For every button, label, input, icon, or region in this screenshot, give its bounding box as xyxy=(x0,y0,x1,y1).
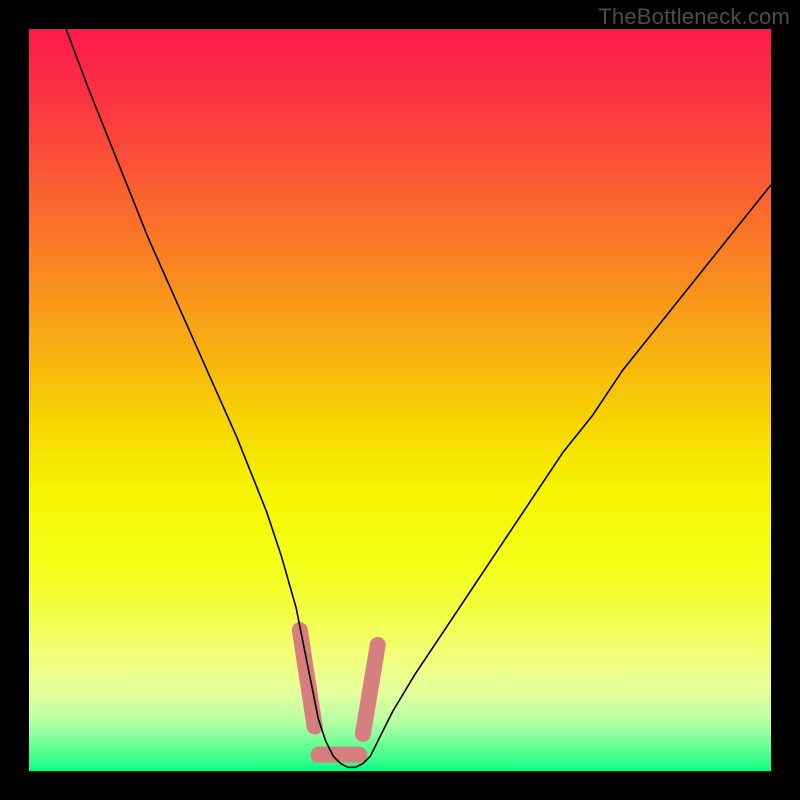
plot-area xyxy=(29,29,771,771)
chart-frame: TheBottleneck.com xyxy=(0,0,800,800)
watermark-text: TheBottleneck.com xyxy=(598,4,790,30)
